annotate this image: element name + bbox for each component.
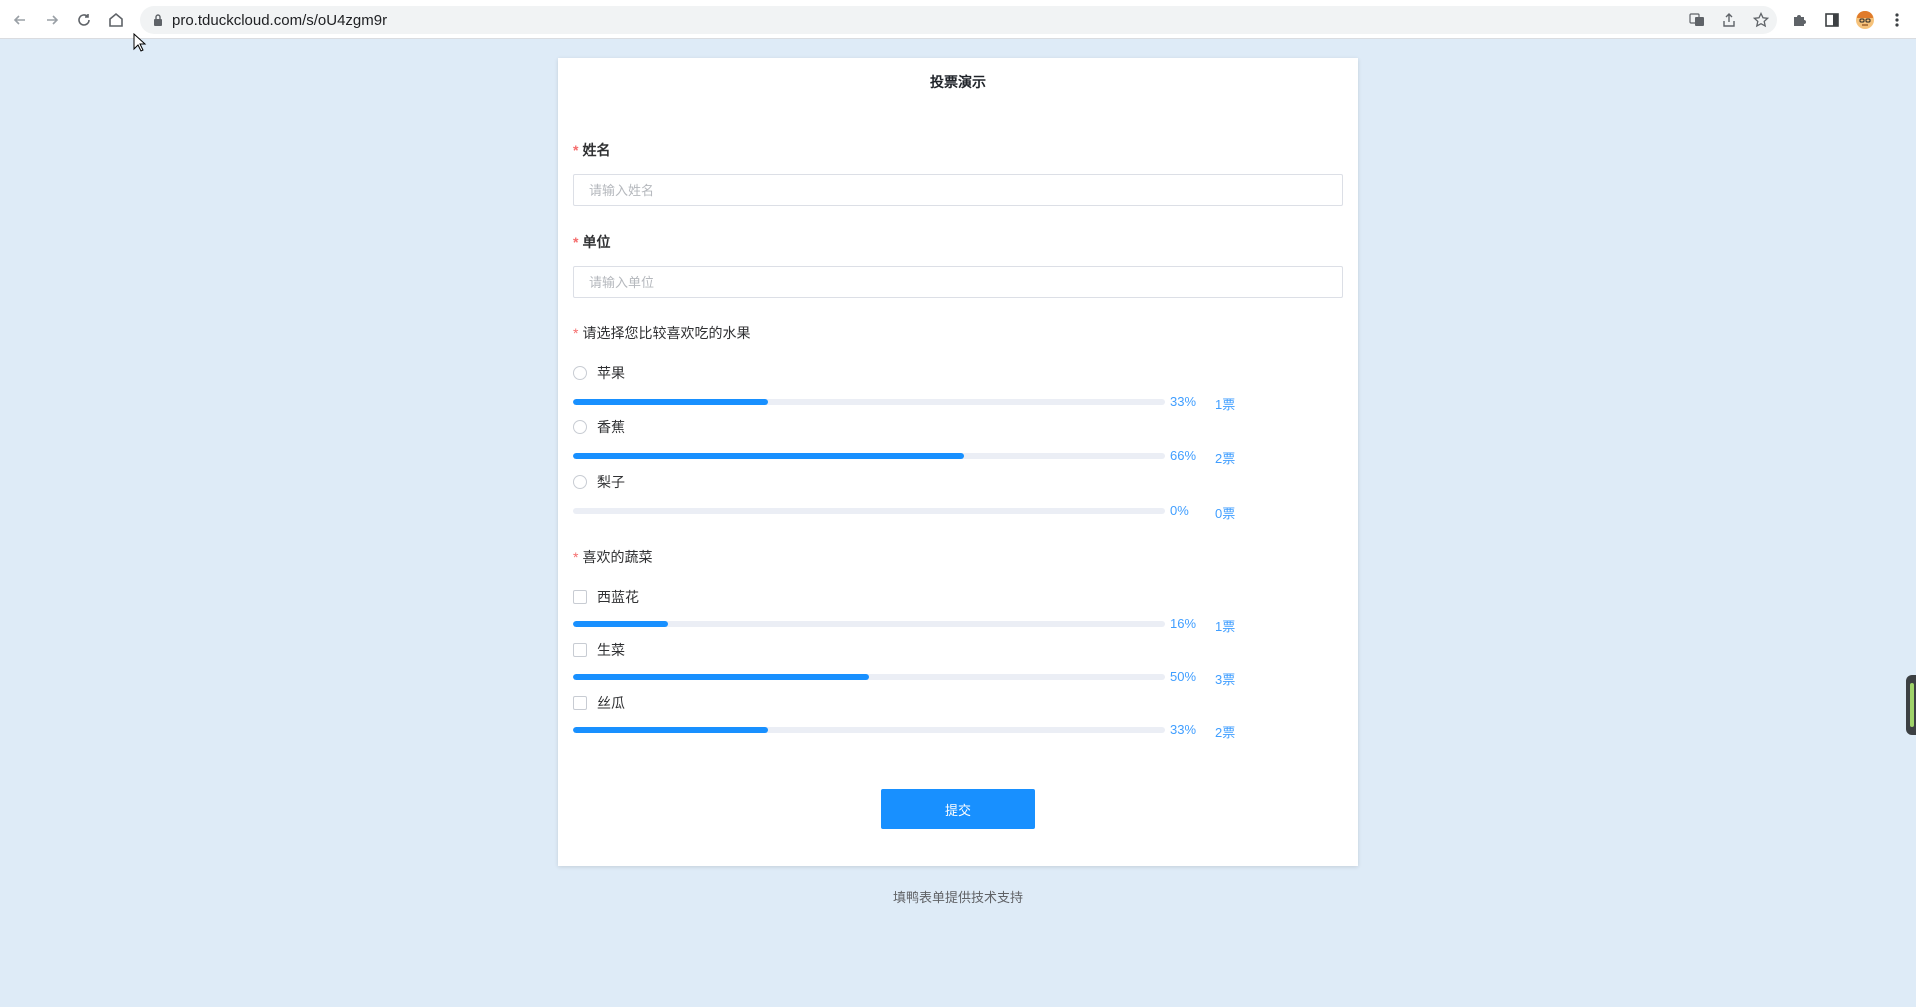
home-button[interactable] [104, 8, 128, 32]
option-label: 梨子 [597, 474, 625, 490]
vote-progress-bar [573, 399, 1165, 405]
fruit-option-apple[interactable]: 苹果 [573, 365, 625, 381]
puzzle-icon [1794, 15, 1806, 26]
address-bar[interactable]: pro.tduckcloud.com/s/oU4zgm9r [140, 6, 1777, 34]
required-mark: * [573, 325, 579, 341]
extensions-button[interactable] [1788, 9, 1810, 31]
fruit-question-text: 请选择您比较喜欢吃的水果 [582, 325, 751, 341]
form-title: 投票演示 [930, 74, 986, 90]
option-label: 西蓝花 [597, 589, 639, 605]
unit-input[interactable] [573, 266, 1343, 298]
vote-form-card: 投票演示 *姓名 *单位 *请选择您比较喜欢吃的水果 苹果 33% 1票 香蕉 … [558, 58, 1358, 866]
option-label: 丝瓜 [597, 695, 625, 711]
vote-percent: 0% [1170, 503, 1189, 518]
fruit-option-banana[interactable]: 香蕉 [573, 419, 625, 435]
name-label-text: 姓名 [582, 142, 611, 158]
radio-button[interactable] [573, 475, 587, 489]
bookmark-button[interactable] [1752, 11, 1770, 29]
vote-percent: 50% [1170, 669, 1197, 684]
vote-count: 1票 [1215, 619, 1236, 634]
fruit-option-pear[interactable]: 梨子 [573, 474, 625, 490]
vote-percent: 33% [1170, 394, 1197, 409]
progress-fill [573, 674, 869, 680]
side-panel-button[interactable] [1821, 9, 1843, 31]
radio-button[interactable] [573, 420, 587, 434]
veg-question-label: * 喜欢的蔬菜 [573, 547, 652, 567]
checkbox[interactable] [573, 590, 587, 604]
arrow-right-icon [47, 15, 59, 25]
checkbox[interactable] [573, 643, 587, 657]
required-mark: * [573, 234, 579, 250]
radio-button[interactable] [573, 366, 587, 380]
veg-question-text: 喜欢的蔬菜 [582, 549, 653, 565]
share-button[interactable] [1720, 11, 1738, 29]
unit-label-text: 单位 [582, 234, 611, 250]
avatar-icon [1856, 11, 1874, 29]
vote-progress-bar [573, 674, 1165, 680]
veg-option-lettuce[interactable]: 生菜 [573, 642, 625, 658]
lock-icon [154, 14, 162, 26]
vote-count: 3票 [1215, 672, 1236, 687]
progress-fill [573, 453, 964, 459]
vote-percent: 66% [1170, 448, 1197, 463]
vote-count: 2票 [1215, 725, 1236, 740]
required-mark: * [573, 142, 579, 158]
option-label: 生菜 [597, 642, 625, 658]
progress-fill [573, 727, 769, 733]
vote-count: 2票 [1215, 451, 1236, 466]
vote-progress-bar [573, 508, 1165, 514]
progress-fill [573, 621, 668, 627]
menu-button[interactable] [1886, 9, 1908, 31]
option-label: 香蕉 [597, 419, 625, 435]
vote-percent: 33% [1170, 722, 1197, 737]
back-button[interactable] [8, 8, 32, 32]
side-panel-icon [1825, 13, 1839, 27]
share-icon [1723, 13, 1735, 27]
option-label: 苹果 [597, 365, 625, 381]
home-icon [109, 12, 123, 27]
browser-toolbar: pro.tduckcloud.com/s/oU4zgm9r [0, 0, 1916, 39]
arrow-left-icon [13, 15, 25, 25]
unit-label: * 单位 [573, 232, 610, 252]
vote-count: 0票 [1215, 506, 1236, 521]
widget-indicator [1910, 683, 1914, 727]
more-vert-icon [1895, 13, 1899, 27]
fruit-question-label: * 请选择您比较喜欢吃的水果 [573, 323, 750, 343]
vote-count: 1票 [1215, 397, 1236, 412]
progress-fill [573, 399, 769, 405]
mouse-cursor-icon [133, 33, 147, 52]
side-widget-tab[interactable] [1906, 675, 1916, 735]
name-input[interactable] [573, 174, 1343, 206]
required-mark: * [573, 549, 579, 565]
url-text: pro.tduckcloud.com/s/oU4zgm9r [172, 12, 388, 29]
translate-button[interactable] [1688, 11, 1706, 29]
reload-button[interactable] [72, 8, 96, 32]
vote-progress-bar [573, 453, 1165, 459]
veg-option-loofah[interactable]: 丝瓜 [573, 695, 625, 711]
veg-option-broccoli[interactable]: 西蓝花 [573, 589, 639, 605]
vote-percent: 16% [1170, 616, 1197, 631]
name-label: * 姓名 [573, 140, 610, 160]
checkbox[interactable] [573, 696, 587, 710]
reload-icon [78, 14, 90, 26]
submit-button[interactable]: 提交 [881, 789, 1035, 829]
star-icon [1753, 12, 1769, 28]
vote-progress-bar [573, 727, 1165, 733]
forward-button[interactable] [40, 8, 64, 32]
profile-button[interactable] [1854, 9, 1876, 31]
vote-progress-bar [573, 621, 1165, 627]
footer-credit: 填鸭表单提供技术支持 [892, 890, 1023, 905]
translate-icon [1689, 13, 1704, 26]
